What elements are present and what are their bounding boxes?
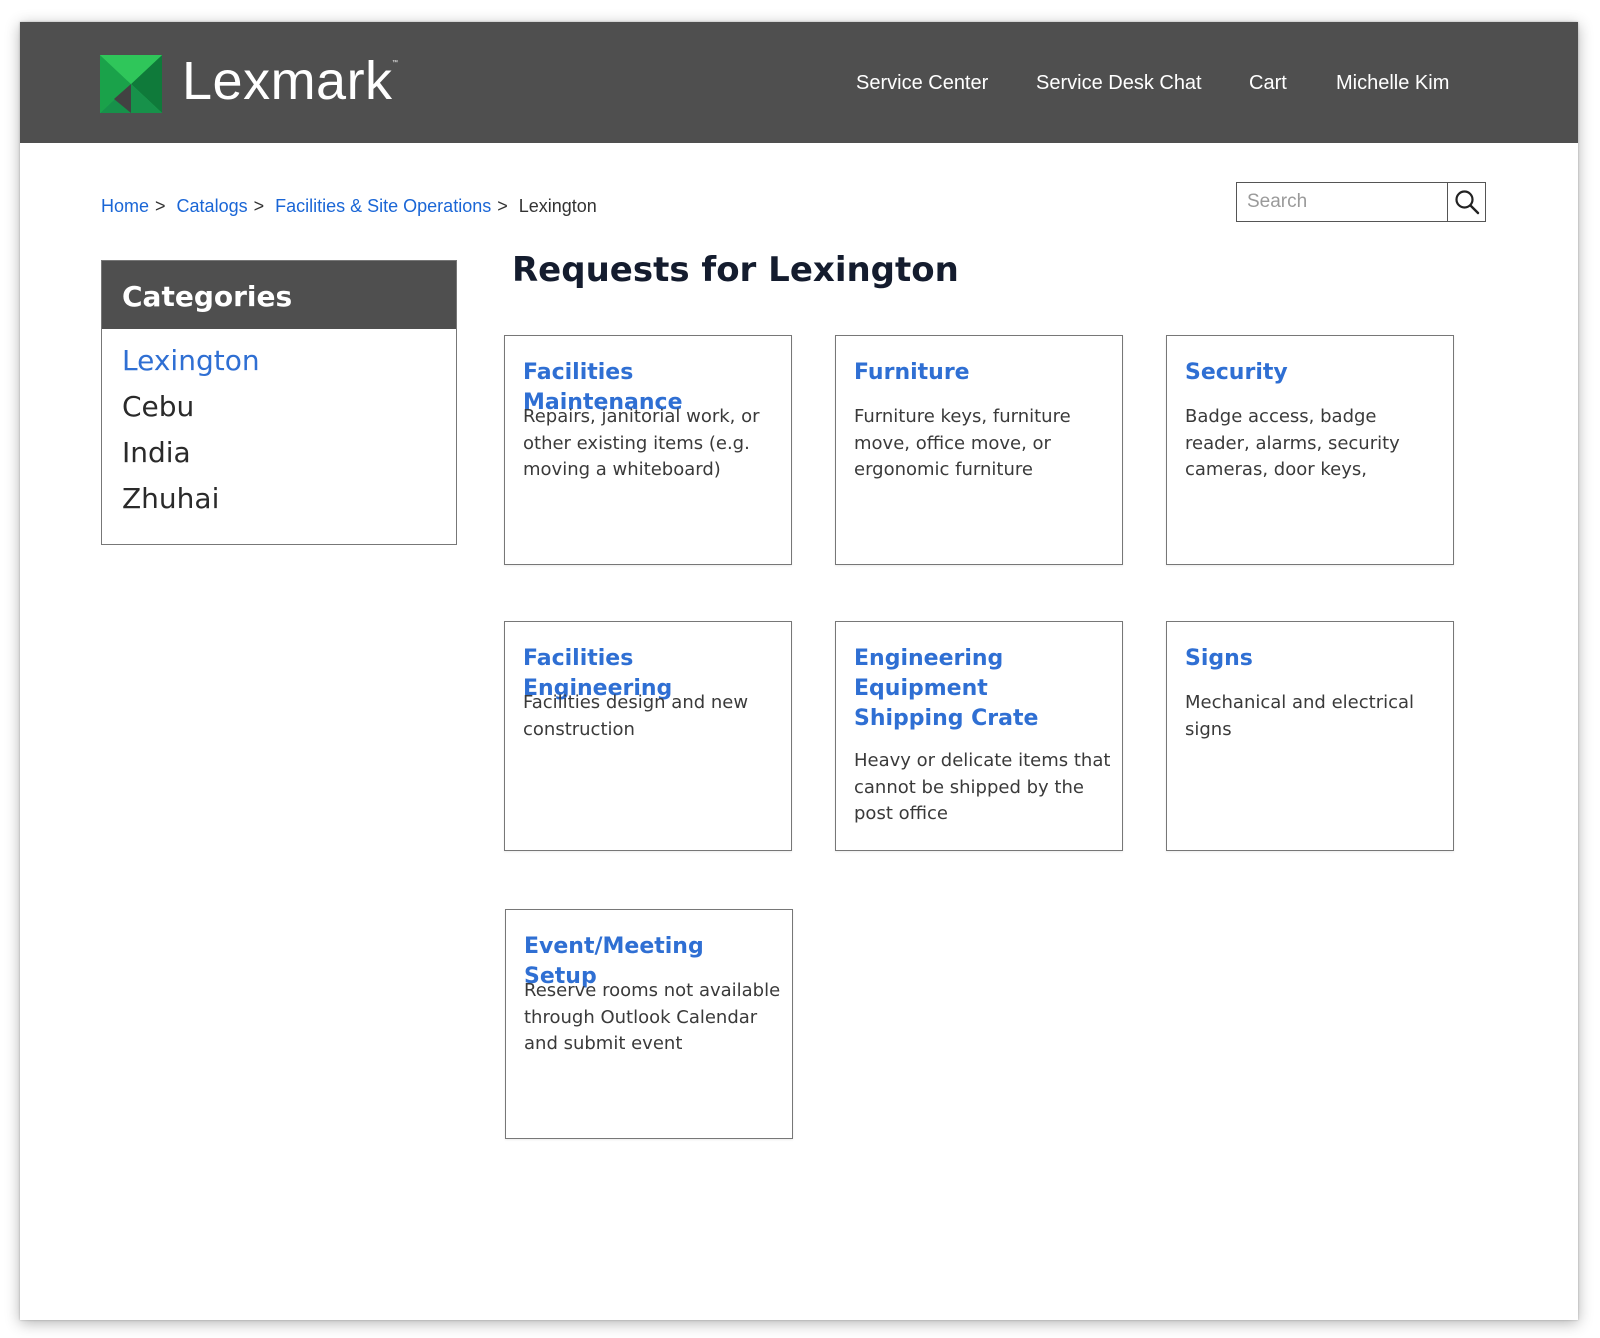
app-window: Lexmark ™ Service Center Service Desk Ch… [20,22,1578,1320]
card-description: Reserve rooms not available through Outl… [524,980,781,1054]
card-description: Repairs, janitorial work, or other exist… [523,406,760,480]
top-navigation-bar: Lexmark ™ Service Center Service Desk Ch… [20,22,1578,143]
request-card-furniture[interactable]: Furniture Furniture keys, furniture move… [835,335,1123,565]
nav-service-center[interactable]: Service Center [856,72,988,95]
card-title[interactable]: Engineering Equipment Shipping Crate [854,644,1096,734]
request-card-facilities-engineering[interactable]: Facilities Engineering Facilities design… [504,621,792,851]
card-title[interactable]: Signs [1185,644,1441,674]
search-bar [1236,182,1486,222]
request-card-facilities-maintenance[interactable]: Facilities Maintenance Repairs, janitori… [504,335,792,565]
card-description: Furniture keys, furniture move, office m… [854,406,1071,480]
categories-title: Categories [102,261,456,329]
breadcrumb-facilities-site-operations[interactable]: Facilities & Site Operations [275,196,491,216]
search-icon [1454,190,1479,215]
card-title[interactable]: Security [1185,358,1441,388]
breadcrumb-home[interactable]: Home [101,196,149,216]
lexmark-logo-icon[interactable] [100,55,162,113]
category-item-zhuhai[interactable]: Zhuhai [102,479,456,525]
breadcrumb-separator: > [497,196,508,216]
search-button[interactable] [1447,183,1485,221]
card-description: Mechanical and electrical signs [1185,692,1415,740]
card-description: Facilities design and new construction [523,692,749,740]
breadcrumb-current: Lexington [518,196,597,216]
request-card-signs[interactable]: Signs Mechanical and electrical signs [1166,621,1454,851]
request-card-engineering-equipment-shipping-crate[interactable]: Engineering Equipment Shipping Crate Hea… [835,621,1123,851]
brand-name[interactable]: Lexmark [182,50,393,112]
nav-cart[interactable]: Cart [1249,72,1287,95]
trademark-symbol: ™ [392,60,398,66]
card-description: Badge access, badge reader, alarms, secu… [1185,406,1400,480]
category-item-india[interactable]: India [102,433,456,479]
nav-user-menu[interactable]: Michelle Kim [1336,72,1449,95]
request-card-event-meeting-setup[interactable]: Event/Meeting Setup Reserve rooms not av… [505,909,793,1139]
categories-list: Lexington Cebu India Zhuhai [102,329,456,525]
breadcrumb-separator: > [155,196,166,216]
breadcrumb-catalogs[interactable]: Catalogs [177,196,248,216]
category-item-cebu[interactable]: Cebu [102,387,456,433]
nav-service-desk-chat[interactable]: Service Desk Chat [1036,72,1202,95]
page-title: Requests for Lexington [512,250,959,290]
request-card-security[interactable]: Security Badge access, badge reader, ala… [1166,335,1454,565]
categories-panel: Categories Lexington Cebu India Zhuhai [101,260,457,545]
breadcrumb-separator: > [253,196,265,216]
card-description: Heavy or delicate items that cannot be s… [854,750,1111,824]
breadcrumb: Home > Catalogs > Facilities & Site Operat… [101,196,597,217]
card-title[interactable]: Furniture [854,358,1110,388]
category-item-lexington[interactable]: Lexington [102,341,456,387]
search-input[interactable] [1237,183,1447,221]
